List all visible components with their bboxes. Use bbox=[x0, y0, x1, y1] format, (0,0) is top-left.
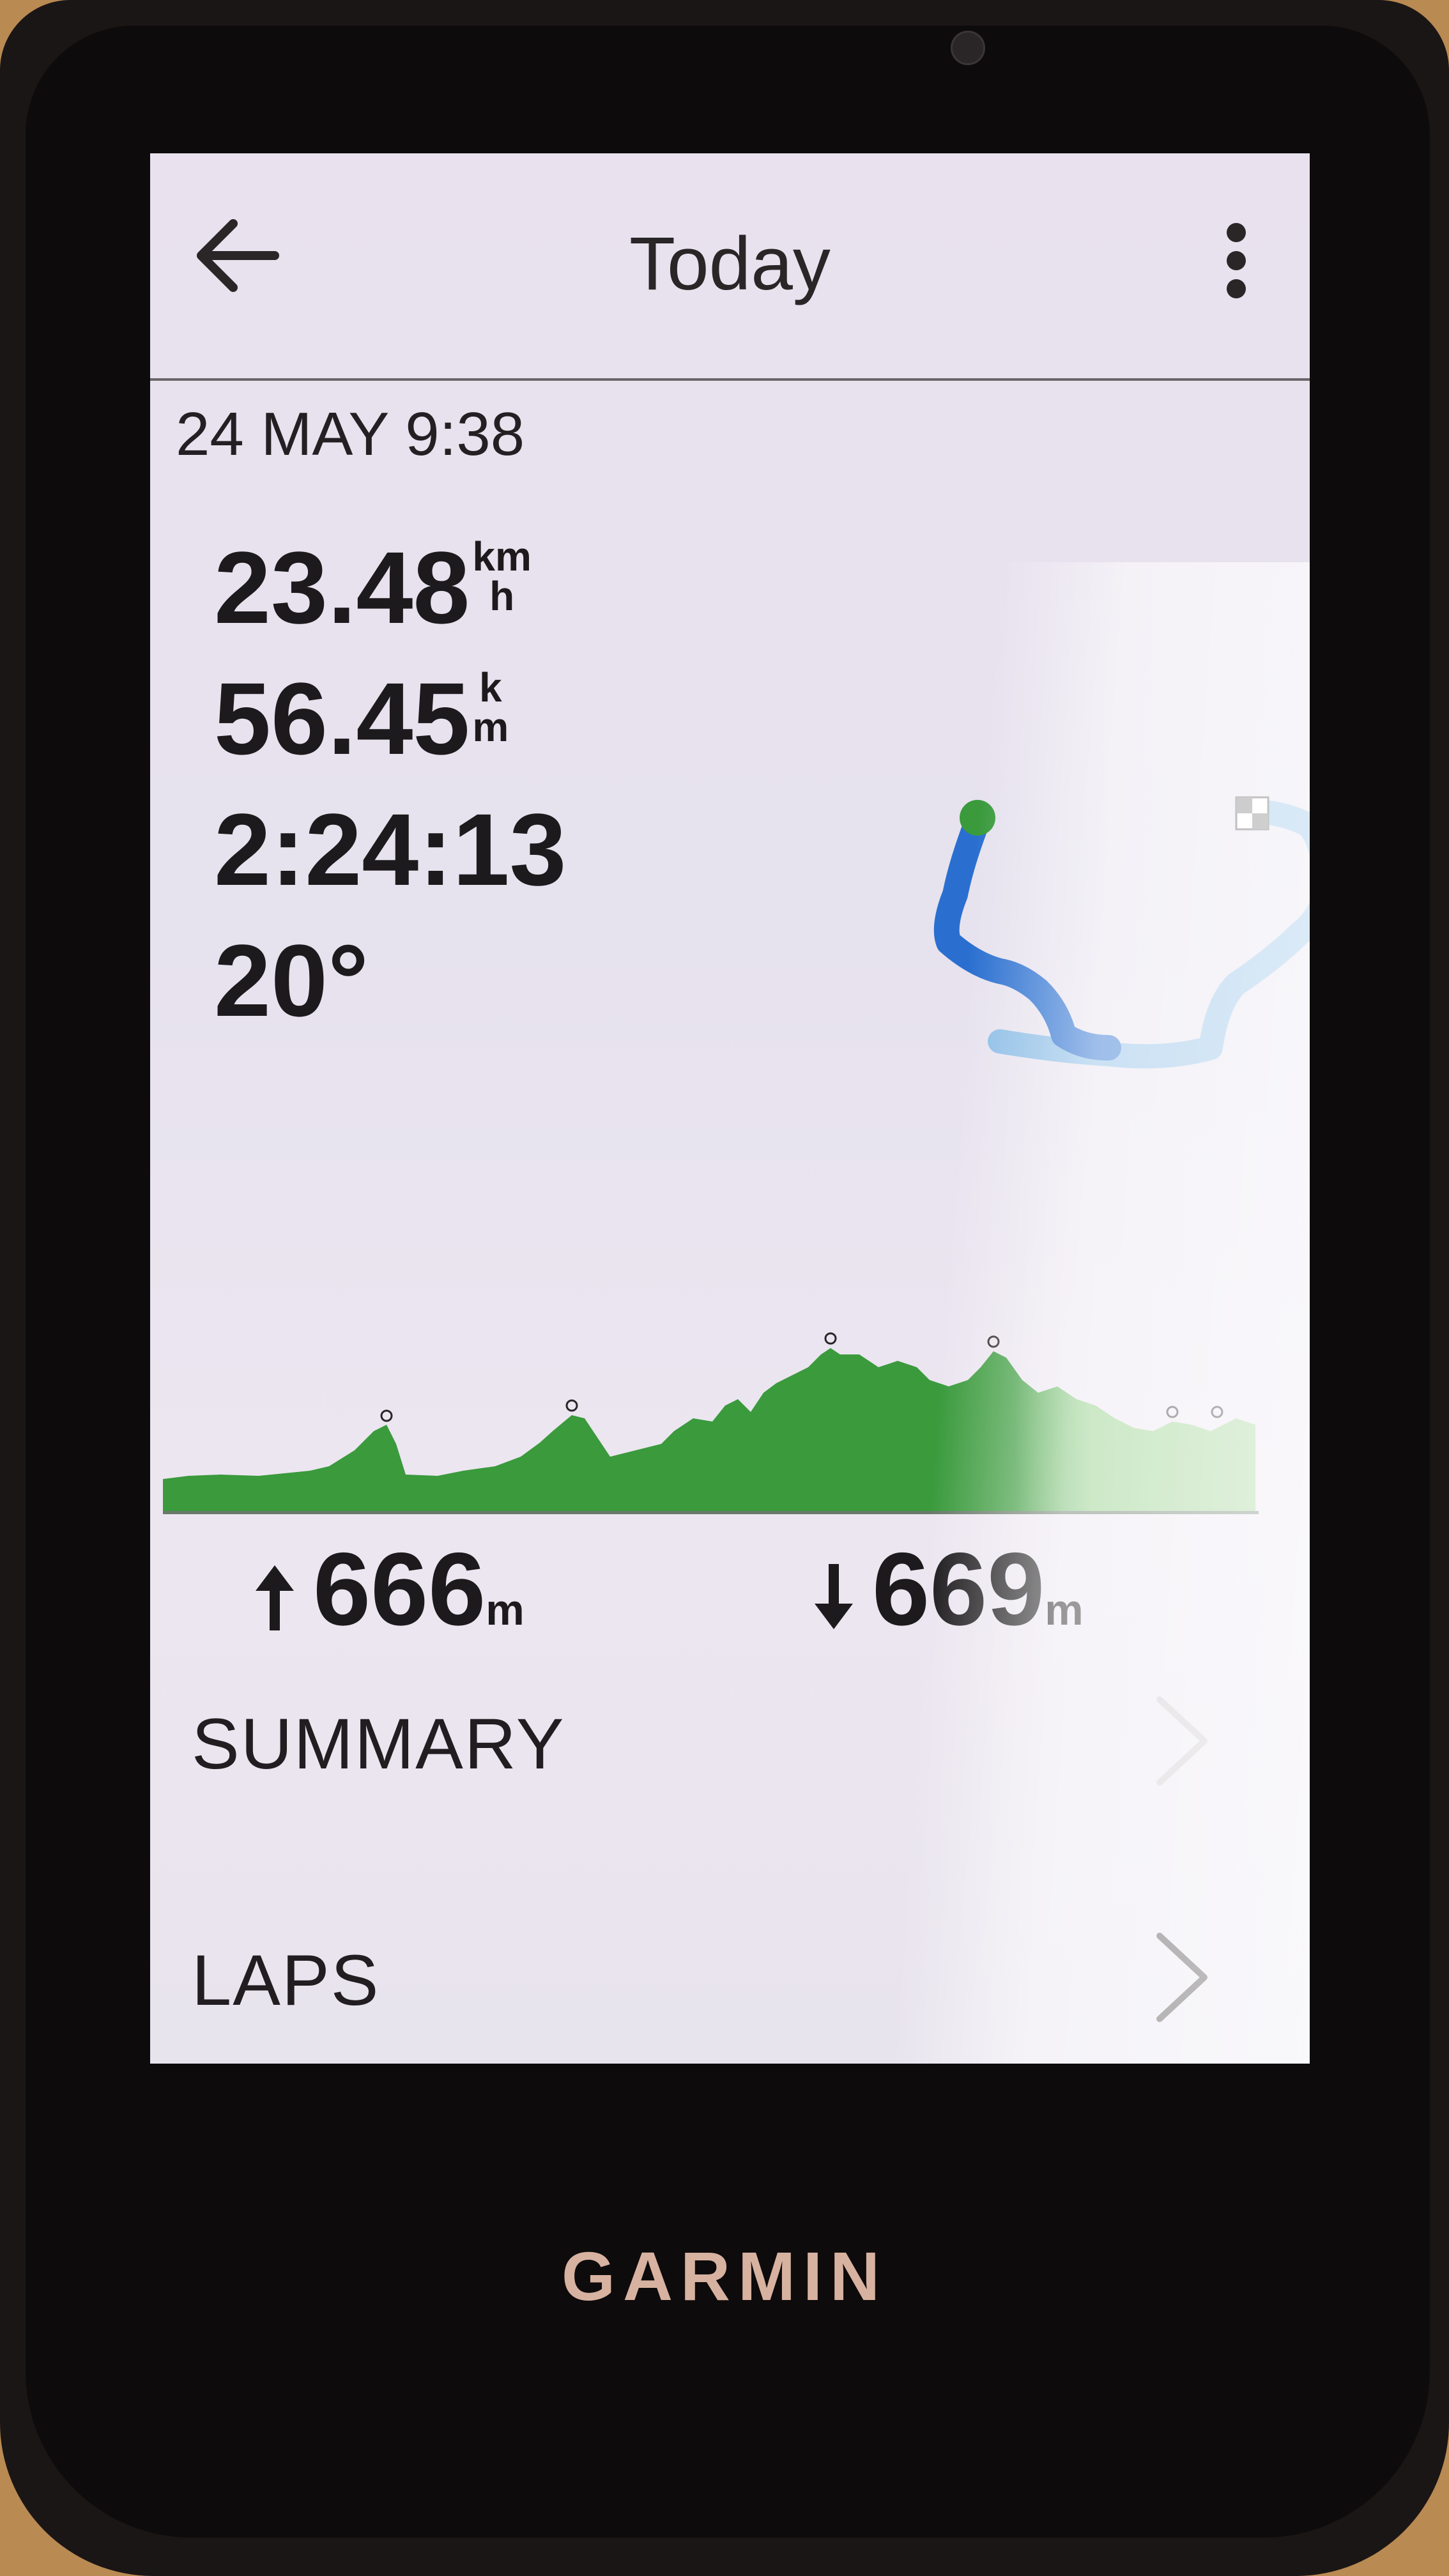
page-title: Today bbox=[629, 222, 831, 306]
elevation-baseline bbox=[163, 1511, 1259, 1514]
activity-stats: 23.48 km h 56.45 k m 2:24:13 20° bbox=[214, 533, 566, 1061]
avg-speed-unit: km h bbox=[472, 533, 532, 619]
distance-unit: km bbox=[472, 664, 509, 750]
menu-item-label: LAPS bbox=[192, 1940, 380, 2020]
menu-item-summary[interactable]: SUMMARY bbox=[150, 1652, 1310, 1818]
elevation-profile-area bbox=[163, 1348, 1255, 1514]
route-map[interactable] bbox=[751, 626, 1310, 1112]
vertical-dots-icon bbox=[1227, 223, 1246, 242]
ascent-unit: m bbox=[486, 1586, 525, 1634]
peak-marker bbox=[1211, 1406, 1223, 1418]
elapsed-time-stat: 2:24:13 bbox=[214, 799, 566, 930]
temperature-value: 20° bbox=[214, 923, 369, 1038]
peak-marker bbox=[1166, 1406, 1179, 1418]
elevation-profile-chart bbox=[163, 1332, 1255, 1514]
device-body: Today 24 MAY 9:38 23.48 km h 56.45 k m 2:24:… bbox=[0, 0, 1449, 2576]
menu-item-laps[interactable]: LAPS bbox=[150, 1888, 1310, 2054]
peak-marker bbox=[824, 1332, 837, 1345]
descent-unit: m bbox=[1045, 1586, 1084, 1634]
route-track-start bbox=[933, 808, 1121, 1061]
elapsed-time-value: 2:24:13 bbox=[214, 792, 567, 907]
screen: Today 24 MAY 9:38 23.48 km h 56.45 k m 2:24:… bbox=[150, 153, 1310, 2064]
arrow-up-icon bbox=[256, 1565, 294, 1631]
descent-value: 669 bbox=[872, 1531, 1045, 1647]
peak-marker bbox=[380, 1409, 393, 1422]
activity-timestamp: 24 MAY 9:38 bbox=[176, 400, 525, 468]
brand-logo: GARMIN bbox=[562, 2237, 887, 2315]
header-divider bbox=[150, 378, 1310, 381]
distance-stat: 56.45 k m bbox=[214, 664, 566, 799]
avg-speed-stat: 23.48 km h bbox=[214, 533, 566, 668]
chevron-right-icon bbox=[1156, 1933, 1208, 2022]
temperature-stat: 20° bbox=[214, 930, 566, 1061]
peak-marker bbox=[987, 1335, 1000, 1348]
arrow-down-icon bbox=[815, 1564, 853, 1630]
peak-marker bbox=[565, 1399, 578, 1412]
chevron-right-icon bbox=[1156, 1696, 1208, 1786]
route-finish-flag-icon bbox=[1235, 796, 1269, 831]
ascent-value: 666 bbox=[313, 1531, 486, 1647]
more-options-button[interactable] bbox=[1211, 214, 1262, 329]
avg-speed-value: 23.48 bbox=[214, 530, 470, 645]
header: Today bbox=[150, 153, 1310, 381]
ambient-sensor bbox=[951, 31, 985, 65]
total-ascent: 666m bbox=[249, 1530, 525, 1649]
total-descent: 669m bbox=[808, 1530, 1084, 1649]
distance-value: 56.45 bbox=[214, 661, 470, 776]
menu-item-label: SUMMARY bbox=[192, 1704, 565, 1784]
route-start-marker bbox=[960, 800, 995, 836]
